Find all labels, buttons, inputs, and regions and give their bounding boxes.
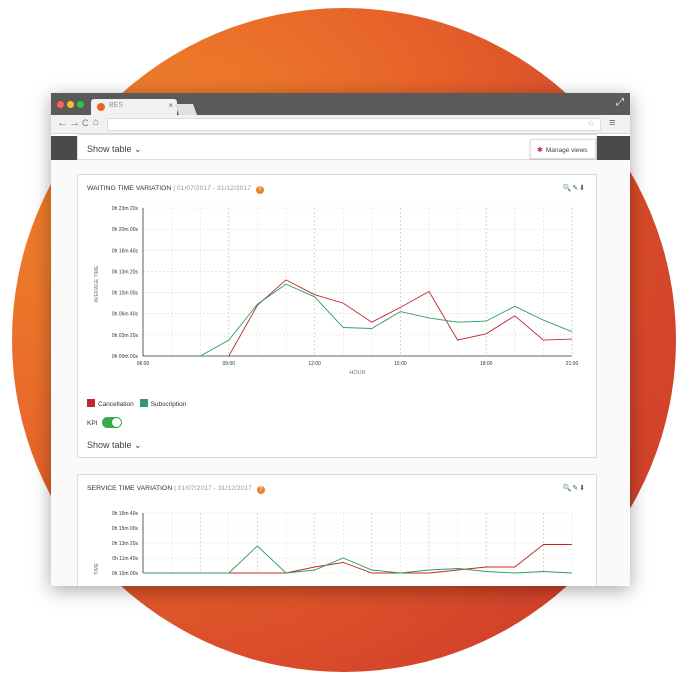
tab-close-icon[interactable]: ×	[168, 101, 173, 110]
kpi-toggle[interactable]	[102, 417, 123, 428]
y-tick-label: 0h 03m 20s	[112, 333, 139, 339]
service-time-title: SERVICE TIME VARIATION	[87, 485, 173, 492]
date-range: | 01/07/2017 - 31/12/2017	[173, 185, 251, 192]
title-bar: BES × ⤢	[51, 93, 630, 115]
y-tick-label: 0h 06m 40s	[112, 312, 139, 318]
browser-tab[interactable]: BES ×	[91, 99, 177, 115]
stage: BES × ⤢ ← → C ⌂ ☆ ≡ Show table ⌄ ✱ Manage…	[0, 0, 681, 680]
waiting-time-card: WAITING TIME VARIATION | 01/07/2017 - 31…	[77, 174, 597, 458]
legend-item-subscription[interactable]: Subscription	[139, 399, 187, 408]
show-table-label: Show table	[87, 144, 132, 154]
x-tick-label: 09:00	[223, 361, 236, 367]
series-line-cancellation	[143, 544, 572, 574]
legend-swatch	[139, 399, 148, 407]
browser-menu-icon[interactable]: ≡	[609, 117, 615, 129]
x-axis-label: HOUR	[349, 370, 365, 376]
series-line-subscription	[199, 283, 573, 357]
x-tick-label: 06:00	[137, 361, 150, 367]
dashboard-content: WAITING TIME VARIATION | 01/07/2017 - 31…	[51, 160, 630, 586]
y-axis-label: AVERAGE TIME	[94, 265, 100, 303]
new-tab-button[interactable]	[174, 104, 198, 115]
y-tick-label: 0h 13m 20s	[112, 541, 139, 547]
waiting-time-chart: 0h 00m 00s 0h 03m 20s 0h 06m 40s 0h 10m 00s…	[94, 206, 579, 376]
kpi-label: KPI	[87, 420, 98, 427]
previous-card-bottom: Show table ⌄	[77, 134, 597, 160]
y-tick-label: 0h 13m 20s	[112, 269, 139, 275]
card-title: WAITING TIME VARIATION | 01/07/2017 - 31…	[87, 185, 264, 194]
service-time-chart: 0h 10m 00s 0h 11m 40s 0h 13m 20s 0h 15m 00s…	[94, 511, 573, 577]
back-arrow-icon[interactable]: ←	[57, 117, 68, 129]
y-tick-label: 0h 11m 40s	[112, 556, 138, 562]
y-tick-label: 0h 00m 00s	[112, 354, 139, 360]
x-tick-label: 12:00	[308, 361, 321, 367]
series-line-subscription	[143, 545, 573, 574]
reload-icon[interactable]: C	[82, 118, 89, 128]
y-tick-label: 0h 16m 40s	[112, 511, 139, 517]
y-tick-label: 0h 10m 00s	[112, 571, 139, 577]
x-tick-label: 18:00	[480, 361, 493, 367]
bookmark-star-icon[interactable]: ☆	[587, 118, 595, 129]
show-table-toggle[interactable]: Show table ⌄	[87, 440, 142, 451]
home-icon[interactable]: ⌂	[93, 117, 99, 128]
chart-legend: Cancellation Subscription	[87, 399, 186, 408]
y-tick-label: 0h 16m 40s	[112, 248, 139, 254]
close-window-button[interactable]	[57, 101, 64, 108]
help-icon[interactable]: ?	[256, 486, 265, 494]
browser-window: BES × ⤢ ← → C ⌂ ☆ ≡ Show table ⌄ ✱ Manage…	[51, 93, 630, 586]
service-time-card: SERVICE TIME VARIATION | 01/07/2017 - 31…	[77, 474, 597, 586]
y-tick-label: 0h 10m 00s	[112, 291, 139, 297]
address-bar-row: ← → C ⌂ ☆ ≡	[51, 115, 630, 134]
gear-icon: ✱	[537, 147, 543, 154]
y-tick-label: 0h 23m 20s	[112, 206, 139, 212]
tab-title: BES	[109, 102, 124, 109]
legend-item-cancellation[interactable]: Cancellation	[87, 399, 134, 408]
chevron-down-icon: ⌄	[134, 144, 142, 154]
chevron-down-icon: ⌄	[134, 440, 142, 450]
kpi-row: KPI	[87, 417, 123, 428]
maximize-window-button[interactable]	[77, 101, 84, 108]
chart-tools-icon[interactable]: 🔍✎⬇	[563, 484, 586, 492]
manage-views-label: Manage views	[545, 147, 588, 154]
favicon-icon	[97, 103, 105, 111]
x-tick-label: 21:00	[566, 361, 579, 367]
help-icon[interactable]: ?	[255, 186, 264, 194]
show-table-toggle-top[interactable]: Show table ⌄	[87, 144, 142, 155]
legend-swatch	[87, 399, 95, 407]
forward-arrow-icon[interactable]: →	[69, 117, 80, 129]
card-title: SERVICE TIME VARIATION | 01/07/2017 - 31…	[87, 485, 265, 494]
legend-label: Cancellation	[98, 401, 134, 408]
legend-label: Subscription	[150, 401, 187, 408]
y-tick-label: 0h 15m 00s	[112, 526, 139, 532]
chart-tools-icon[interactable]: 🔍✎⬇	[563, 184, 586, 192]
waiting-time-title: WAITING TIME VARIATION	[87, 185, 172, 192]
fullscreen-icon[interactable]: ⤢	[616, 97, 624, 108]
y-tick-label: 0h 20m 00s	[112, 227, 139, 233]
y-axis-label: TIME	[94, 562, 100, 575]
x-tick-label: 15:00	[394, 361, 407, 367]
url-input[interactable]	[107, 118, 601, 131]
date-range: | 01/07/2017 - 31/12/2017	[174, 485, 252, 492]
minimize-window-button[interactable]	[67, 101, 74, 108]
show-table-label: Show table	[87, 440, 132, 450]
manage-views-button[interactable]: ✱ Manage views	[530, 139, 596, 159]
